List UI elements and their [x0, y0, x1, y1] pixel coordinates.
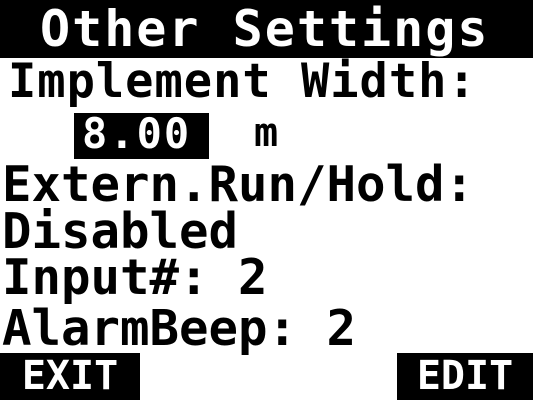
- implement-width-label: Implement Width:: [8, 54, 477, 109]
- page-title: Other Settings: [40, 0, 490, 58]
- input-number-setting[interactable]: Input#: 2: [2, 253, 268, 302]
- implement-width-field[interactable]: 8.00: [74, 113, 209, 159]
- implement-width-unit: m: [254, 110, 278, 156]
- title-bar: Other Settings: [0, 0, 533, 58]
- implement-width-value: 8.00: [82, 109, 192, 158]
- lcd-screen: Other Settings Implement Width: 8.00 m E…: [0, 0, 533, 400]
- alarm-beep-setting[interactable]: AlarmBeep: 2: [2, 304, 356, 353]
- extern-run-hold-label: Extern.Run/Hold:: [2, 156, 475, 213]
- exit-softkey[interactable]: EXIT: [0, 353, 140, 400]
- edit-softkey[interactable]: EDIT: [397, 353, 533, 400]
